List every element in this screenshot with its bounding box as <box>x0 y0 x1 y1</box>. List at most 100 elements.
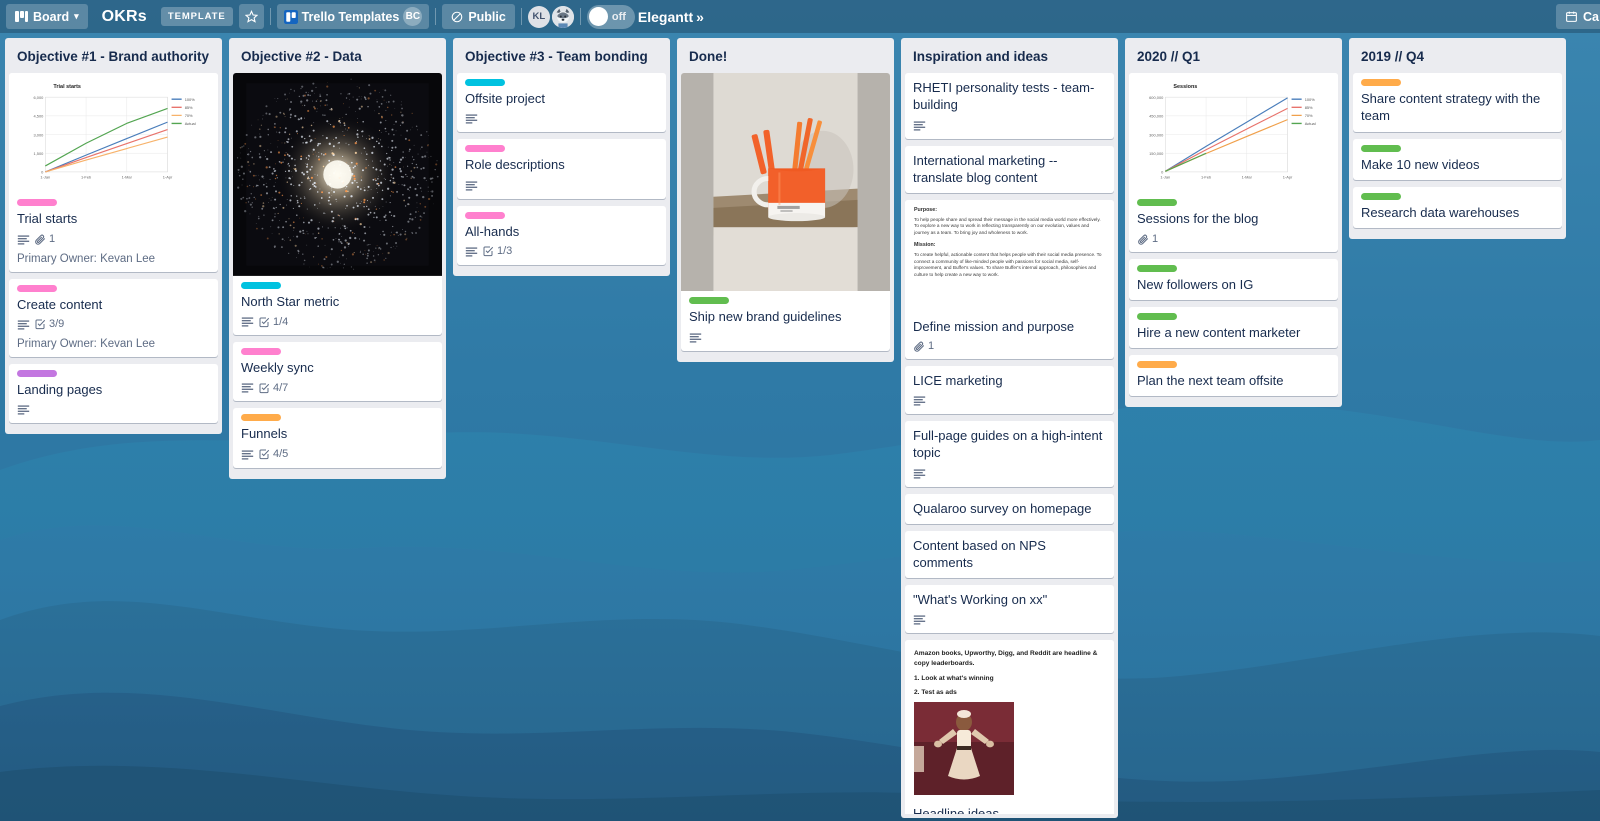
card[interactable]: All-hands 1/3 <box>457 205 666 265</box>
list[interactable]: 2020 // Q1 Sessions 0 150,000 300,000 450,000… <box>1125 38 1342 407</box>
card[interactable]: LICE marketing <box>905 366 1114 415</box>
checklist-icon <box>34 318 46 330</box>
card[interactable]: Full-page guides on a high-intent topic <box>905 421 1114 487</box>
header-divider <box>269 8 271 25</box>
calendar-button[interactable]: Ca <box>1556 4 1600 29</box>
label-green[interactable] <box>1137 264 1177 272</box>
card[interactable]: Purpose: To help people share and spread… <box>905 199 1114 360</box>
list[interactable]: Inspiration and ideas RHETI personality … <box>901 38 1118 818</box>
visibility-button[interactable]: Public <box>442 4 515 29</box>
label-pink[interactable] <box>17 284 57 292</box>
card[interactable]: Funnels 4/5 <box>233 408 442 468</box>
description-icon <box>465 112 478 125</box>
list-title[interactable]: Objective #3 - Team bonding <box>457 38 666 73</box>
card-badges: 3/9 <box>17 318 210 331</box>
svg-text:150,000: 150,000 <box>1149 151 1164 156</box>
label-green[interactable] <box>1137 312 1177 320</box>
card-body: North Star metric 1/4 <box>233 276 442 335</box>
svg-text:Sessions: Sessions <box>1173 84 1197 90</box>
list-title[interactable]: 2020 // Q1 <box>1129 38 1338 73</box>
elegantt-powerup[interactable]: off Elegantt » <box>586 4 704 29</box>
list-title[interactable]: 2019 // Q4 <box>1353 38 1562 73</box>
label-sky[interactable] <box>465 79 505 87</box>
card-body: Make 10 new videos <box>1353 139 1562 180</box>
list[interactable]: Objective #3 - Team bonding Offsite proj… <box>453 38 670 276</box>
label-green[interactable] <box>1361 144 1401 152</box>
label-orange[interactable] <box>1137 360 1177 368</box>
badge-attachments: 1 <box>1137 233 1158 245</box>
card[interactable]: Content based on NPS comments <box>905 530 1114 578</box>
card[interactable]: Ship new brand guidelines <box>681 73 890 351</box>
list-title[interactable]: Inspiration and ideas <box>905 38 1114 73</box>
card-badges: 1 <box>17 233 210 246</box>
star-icon[interactable] <box>238 4 264 29</box>
card[interactable]: Role descriptions <box>457 139 666 199</box>
board-switcher-button[interactable]: Board ▾ <box>6 4 88 29</box>
card[interactable]: RHETI personality tests - team-building <box>905 73 1114 139</box>
card-labels <box>17 284 210 292</box>
card[interactable]: Landing pages <box>9 363 218 423</box>
card[interactable]: Qualaroo survey on homepage <box>905 493 1114 524</box>
card[interactable]: Hire a new content marketer <box>1129 306 1338 348</box>
card-badges <box>913 394 1106 407</box>
attachment-icon <box>34 233 46 245</box>
elegantt-label: Elegantt <box>637 8 694 25</box>
elegantt-toggle[interactable]: off <box>586 4 635 29</box>
list-title[interactable]: Objective #2 - Data <box>233 38 442 73</box>
card-title: Make 10 new videos <box>1361 156 1480 172</box>
description-icon <box>913 467 926 480</box>
team-button[interactable]: Trello Templates BC <box>276 4 430 29</box>
globe-icon <box>451 11 463 23</box>
label-pink[interactable] <box>241 348 281 356</box>
label-pink[interactable] <box>465 145 505 153</box>
list-title[interactable]: Done! <box>681 38 890 73</box>
card-badges <box>913 119 1106 132</box>
label-pink[interactable] <box>465 211 505 219</box>
board-title[interactable]: OKRs <box>94 8 155 26</box>
card[interactable]: Research data warehouses <box>1353 186 1562 228</box>
list[interactable]: 2019 // Q4 Share content strategy with t… <box>1349 38 1566 239</box>
label-purple[interactable] <box>17 369 57 377</box>
card[interactable]: New followers on IG <box>1129 258 1338 300</box>
card-labels <box>689 297 882 305</box>
trello-logo-icon <box>283 9 298 24</box>
label-green[interactable] <box>689 297 729 305</box>
card[interactable]: Sessions 0 150,000 300,000 450,000 600,000 1-J… <box>1129 73 1338 252</box>
label-orange[interactable] <box>241 414 281 422</box>
label-orange[interactable] <box>1361 79 1401 87</box>
list[interactable]: Done! Ship new brand guidelines <box>677 38 894 362</box>
card[interactable]: International marketing -- translate blo… <box>905 145 1114 193</box>
card[interactable]: Offsite project <box>457 73 666 133</box>
svg-text:70%: 70% <box>1305 113 1313 118</box>
card-body: Full-page guides on a high-intent topic <box>905 421 1114 486</box>
card[interactable]: Trial starts 0 1,500 3,000 4,500 6,000 1-Jan 1-… <box>9 73 218 272</box>
list[interactable]: Objective #2 - Data North Star metric 1/… <box>229 38 446 479</box>
card-badges: 4/7 <box>241 381 434 394</box>
checklist-count: 3/9 <box>49 318 65 331</box>
card[interactable]: Share content strategy with the team <box>1353 73 1562 132</box>
card[interactable]: Weekly sync 4/7 <box>233 342 442 402</box>
label-green[interactable] <box>1361 192 1401 200</box>
card-body: Define mission and purpose 1 <box>905 312 1114 359</box>
card-labels <box>241 282 434 290</box>
label-green[interactable] <box>1137 199 1177 207</box>
card-body: "What's Working on xx" <box>905 585 1114 633</box>
template-badge: TEMPLATE <box>160 7 233 26</box>
list-title[interactable]: Objective #1 - Brand authority <box>9 38 218 73</box>
member-avatar-husky[interactable] <box>551 5 574 28</box>
card[interactable]: Make 10 new videos <box>1353 138 1562 180</box>
card[interactable]: Amazon books, Upworthy, Digg, and Reddit… <box>905 640 1114 814</box>
card-title: Qualaroo survey on homepage <box>913 500 1092 516</box>
card[interactable]: Create content 3/9 Primary Owner: Kevan … <box>9 278 218 357</box>
description-icon <box>241 381 254 394</box>
card-body: Research data warehouses <box>1353 187 1562 228</box>
card[interactable]: Plan the next team offsite <box>1129 354 1338 396</box>
member-avatar-kl[interactable]: KL <box>527 5 550 28</box>
svg-text:1-Feb: 1-Feb <box>1201 175 1212 180</box>
list[interactable]: Objective #1 - Brand authority Trial star… <box>5 38 222 434</box>
label-pink[interactable] <box>17 199 57 207</box>
label-sky[interactable] <box>241 282 281 290</box>
card[interactable]: "What's Working on xx" <box>905 584 1114 634</box>
card[interactable]: North Star metric 1/4 <box>233 73 442 336</box>
card-title: Content based on NPS comments <box>913 537 1046 570</box>
